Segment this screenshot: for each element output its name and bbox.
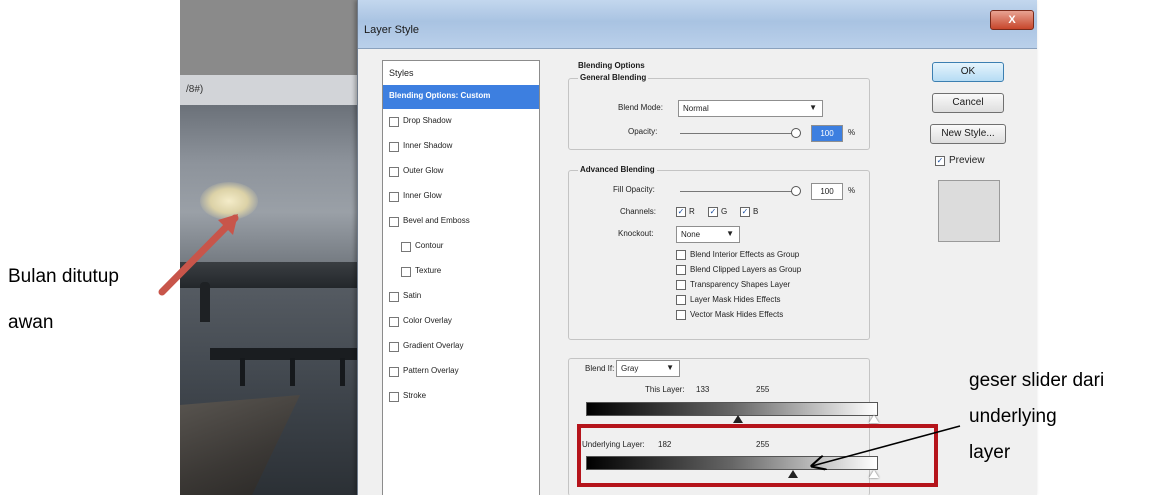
moon-pointer-arrow bbox=[158, 214, 239, 296]
slider-note-line3: layer bbox=[969, 442, 1011, 463]
moon-note-line2: awan bbox=[8, 312, 54, 333]
slider-note-line2: underlying bbox=[969, 406, 1057, 427]
slider-note-line1: geser slider dari bbox=[969, 370, 1105, 391]
slider-pointer-arrow bbox=[812, 425, 961, 466]
moon-note-line1: Bulan ditutup bbox=[8, 266, 119, 287]
